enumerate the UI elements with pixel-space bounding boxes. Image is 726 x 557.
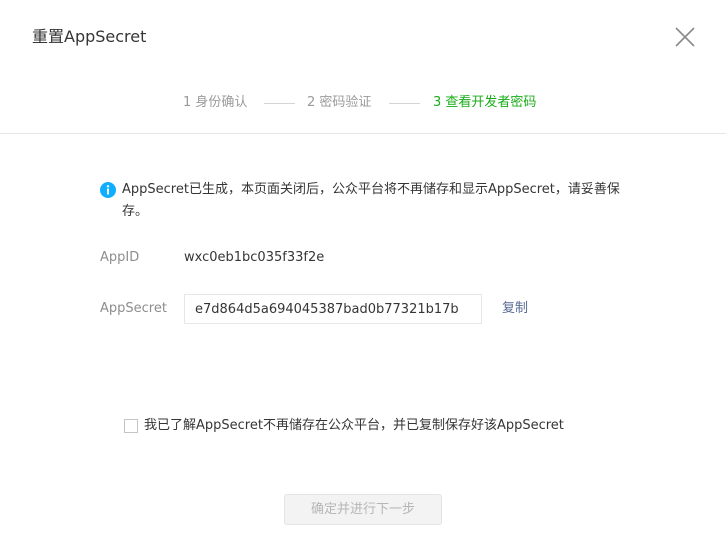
step-identity-confirm: 1 身份确认 <box>183 95 248 110</box>
step-password-verify: 2 密码验证 <box>307 95 372 110</box>
close-button[interactable] <box>672 24 698 50</box>
appid-label: AppID <box>100 250 140 265</box>
step-view-developer-secret: 3 查看开发者密码 <box>433 95 537 110</box>
close-icon <box>675 27 695 47</box>
notice-message: AppSecret已生成，本页面关闭后，公众平台将不再储存和显示AppSecre… <box>122 182 620 219</box>
copy-link[interactable]: 复制 <box>502 299 528 319</box>
step-separator <box>264 103 295 104</box>
step-separator <box>389 103 420 104</box>
header-divider <box>0 133 726 134</box>
agreement-label: 我已了解AppSecret不再储存在公众平台，并已复制保存好该AppSecret <box>144 418 564 433</box>
appsecret-label: AppSecret <box>100 301 167 316</box>
agreement-checkbox[interactable] <box>124 419 138 433</box>
appsecret-value-field[interactable]: e7d864d5a694045387bad0b77321b17b <box>184 294 482 324</box>
dialog-title: 重置AppSecret <box>32 27 147 46</box>
confirm-next-button[interactable]: 确定并进行下一步 <box>284 494 442 525</box>
info-icon <box>100 182 116 198</box>
reset-appsecret-dialog: 重置AppSecret 1 身份确认 2 密码验证 3 查看开发者密码 AppS… <box>0 0 726 557</box>
appid-value: wxc0eb1bc035f33f2e <box>184 250 325 265</box>
step-indicator: 1 身份确认 2 密码验证 3 查看开发者密码 <box>0 93 726 113</box>
